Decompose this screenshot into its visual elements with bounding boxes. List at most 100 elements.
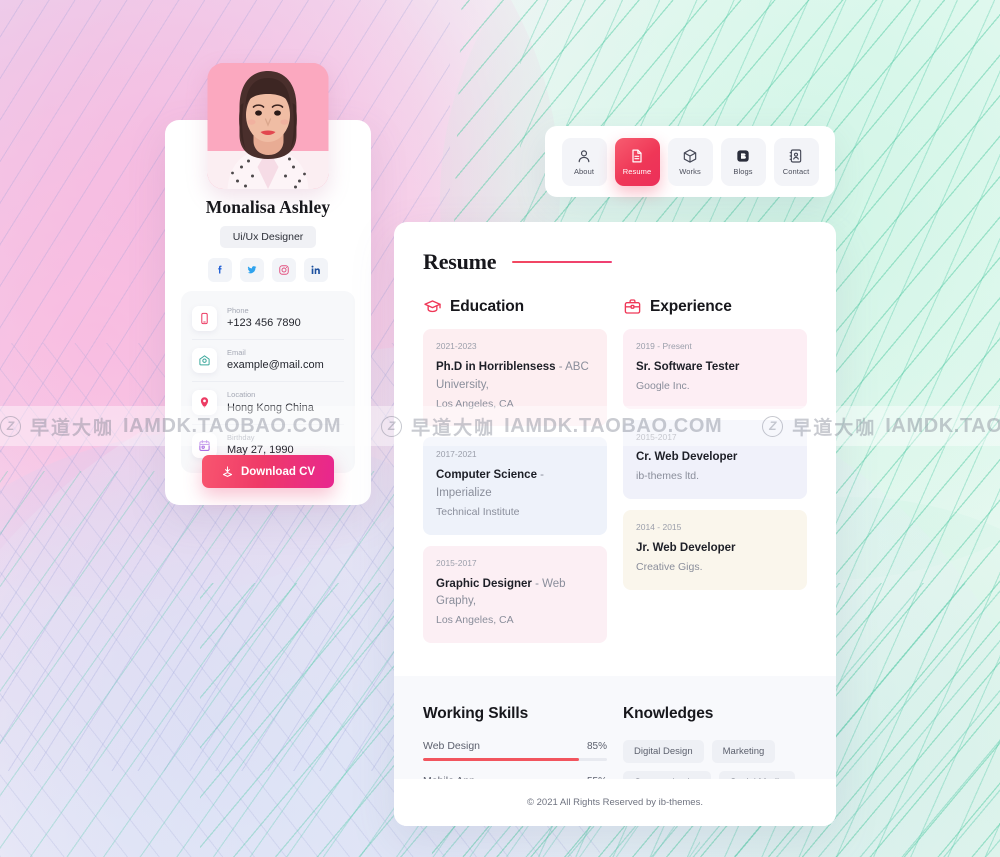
- education-column: Education 2021-2023 Ph.D in Horriblenses…: [423, 297, 607, 654]
- download-cv-wrap: Download CV: [165, 455, 371, 488]
- profile-tagline-wrap: Ui/Ux Designer: [165, 226, 371, 248]
- nav-item-blogs[interactable]: Blogs: [720, 137, 766, 186]
- education-item-location: Technical Institute: [436, 505, 520, 518]
- page-title: Resume: [423, 249, 497, 274]
- download-cv-label: Download CV: [240, 465, 316, 478]
- resume-header: Resume: [423, 249, 807, 275]
- nav-label-works: Works: [679, 166, 701, 176]
- experience-item: 2019 - Present Sr. Software Tester Googl…: [623, 329, 807, 409]
- education-item-title: Graphic Designer - Web Graphy,: [436, 576, 594, 612]
- skill-percent: 85%: [586, 740, 607, 752]
- experience-item-year: 2019 - Present: [636, 341, 692, 351]
- nav-label-about: About: [573, 166, 595, 176]
- contact-value-location: Hong Kong China: [227, 401, 314, 414]
- contact-label-phone: Phone: [227, 306, 249, 315]
- resume-top-section: Resume Education 2021-2023 Ph.D in Horri…: [394, 222, 836, 654]
- education-item: 2015-2017 Graphic Designer - Web Graphy,…: [423, 545, 607, 643]
- experience-item: 2014 - 2015 Jr. Web Developer Creative G…: [623, 510, 807, 590]
- contact-value-phone: +123 456 7890: [227, 317, 301, 330]
- nav-label-contact: Contact: [782, 166, 810, 176]
- contact-info-list: Phone +123 456 7890 Email example@mail.c…: [181, 291, 355, 473]
- education-item-year: 2017-2021: [436, 449, 477, 460]
- contact-label-birthday: Birthday: [227, 432, 255, 442]
- phone-icon-wrap: [192, 306, 217, 332]
- education-item-location: Los Angeles, CA: [436, 397, 514, 410]
- education-item-sep: -: [555, 360, 566, 373]
- blog-icon: [737, 149, 749, 162]
- social-link-linkedin[interactable]: [304, 258, 328, 282]
- education-item-degree: Ph.D in Horriblensess: [436, 360, 556, 373]
- experience-item-company: Google Inc.: [636, 379, 690, 392]
- nav-item-contact[interactable]: Contact: [773, 137, 819, 186]
- download-icon: [222, 466, 233, 477]
- email-icon: [199, 355, 210, 366]
- social-link-twitter[interactable]: [240, 258, 264, 282]
- document-icon: [632, 149, 642, 162]
- nav-item-resume[interactable]: Resume: [614, 137, 660, 186]
- phone-icon: [201, 312, 208, 325]
- experience-item-company: Creative Gigs.: [636, 560, 703, 573]
- experience-item-role: Jr. Web Developer: [636, 541, 736, 554]
- experience-item: 2015-2017 Cr. Web Developer ib-themes lt…: [623, 419, 807, 499]
- experience-title: Experience: [650, 297, 732, 315]
- contact-text-email: Email example@mail.com: [227, 347, 324, 374]
- contact-row-location: Location Hong Kong China: [192, 382, 344, 425]
- education-item: 2017-2021 Computer Science - Imperialize…: [423, 437, 607, 535]
- calendar-icon-wrap: [192, 432, 217, 458]
- contact-value-email: example@mail.com: [227, 359, 324, 372]
- education-item-title: Ph.D in Horriblensess - ABC University,: [436, 359, 594, 395]
- experience-item-year: 2014 - 2015: [636, 522, 682, 532]
- location-icon: [200, 397, 209, 409]
- education-item-title: Computer Science - Imperialize: [436, 467, 594, 503]
- profile-card: Monalisa Ashley Ui/Ux Designer Phone +12…: [165, 63, 371, 505]
- education-item: 2021-2023 Ph.D in Horriblensess - ABC Un…: [423, 329, 607, 427]
- knowledges-title: Knowledges: [623, 704, 714, 722]
- contact-label-email: Email: [227, 348, 246, 358]
- contact-label-location: Location: [227, 390, 256, 400]
- education-item-location: Los Angeles, CA: [436, 614, 514, 627]
- education-item-year: 2015-2017: [436, 557, 477, 568]
- experience-item-company: ib-themes ltd.: [636, 470, 700, 483]
- profile-tagline: Ui/Ux Designer: [219, 226, 317, 248]
- email-icon-wrap: [192, 348, 217, 374]
- nav-label-resume: Resume: [622, 166, 652, 176]
- experience-column: Experience 2019 - Present Sr. Software T…: [623, 297, 807, 654]
- download-cv-button[interactable]: Download CV: [201, 455, 335, 488]
- contact-row-email: Email example@mail.com: [192, 340, 344, 383]
- social-link-instagram[interactable]: [272, 258, 296, 282]
- resume-card: Resume Education 2021-2023 Ph.D in Horri…: [394, 222, 836, 826]
- education-header: Education: [423, 297, 607, 316]
- experience-item-year: 2015-2017: [636, 431, 677, 442]
- profile-name: Monalisa Ashley: [205, 197, 331, 217]
- skill-header: Web Design 85%: [423, 740, 607, 752]
- navigation-bar: About Resume Works Blogs Contact: [545, 126, 835, 197]
- education-item-sep: -: [531, 577, 543, 590]
- working-skills-title: Working Skills: [423, 704, 529, 722]
- contact-text-location: Location Hong Kong China: [227, 389, 314, 416]
- education-item-school: Imperialize: [436, 487, 492, 500]
- social-link-facebook[interactable]: [208, 258, 232, 282]
- linkedin-icon: [311, 265, 320, 274]
- skill-track: [423, 757, 607, 762]
- graduation-cap-icon: [424, 300, 441, 313]
- education-item-degree: Computer Science: [436, 469, 537, 482]
- user-icon: [578, 149, 590, 162]
- education-item-degree: Graphic Designer: [436, 577, 532, 590]
- nav-item-works[interactable]: Works: [667, 137, 713, 186]
- education-item-sep: -: [536, 469, 545, 482]
- knowledge-tag[interactable]: Marketing: [711, 739, 776, 763]
- footer: © 2021 All Rights Reserved by ib-themes.: [394, 779, 836, 826]
- footer-text: © 2021 All Rights Reserved by ib-themes.: [527, 797, 703, 808]
- skill-row: Web Design 85%: [423, 740, 607, 762]
- skill-name: Web Design: [423, 739, 481, 752]
- location-icon-wrap: [192, 390, 217, 416]
- experience-item-role: Sr. Software Tester: [636, 360, 740, 373]
- experience-item-role: Cr. Web Developer: [636, 451, 738, 464]
- instagram-icon: [279, 265, 289, 275]
- nav-item-about[interactable]: About: [561, 137, 607, 186]
- nav-label-blogs: Blogs: [733, 166, 753, 176]
- knowledge-tag[interactable]: Digital Design: [623, 739, 704, 763]
- briefcase-icon: [624, 299, 641, 314]
- avatar: [207, 63, 329, 189]
- resume-columns: Education 2021-2023 Ph.D in Horriblenses…: [423, 297, 807, 654]
